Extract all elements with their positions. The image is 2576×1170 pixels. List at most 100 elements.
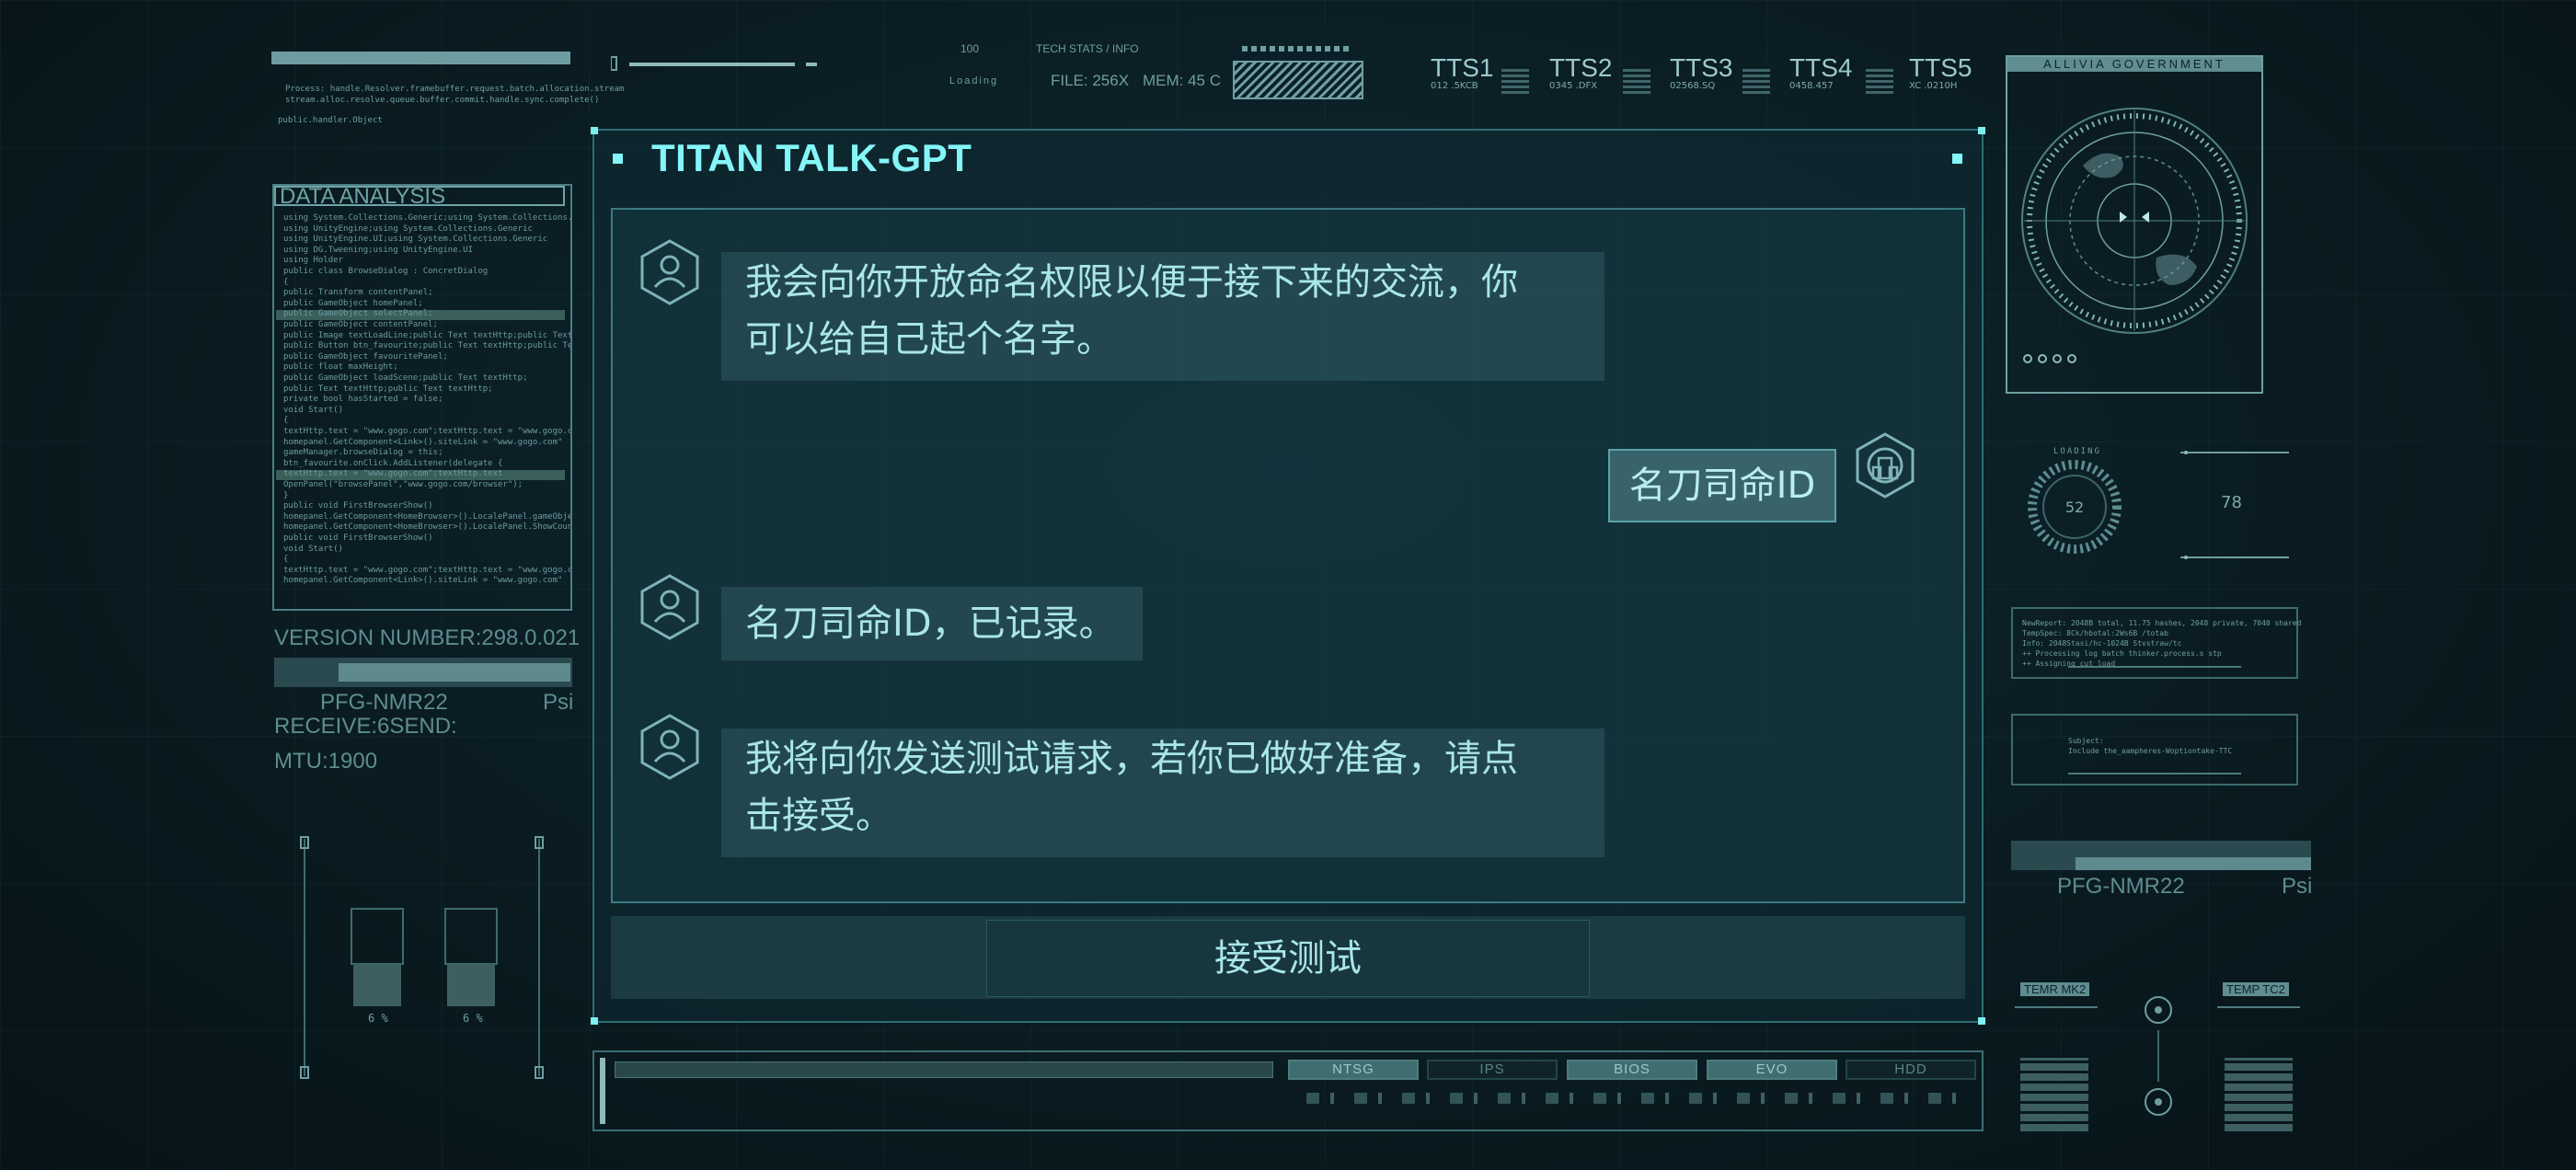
code-line: using Holder: [283, 256, 344, 266]
tts3-title: TTS3: [1670, 53, 1733, 82]
temp-line-b: [2217, 1006, 2300, 1008]
tts3-sub: 02568.SQ: [1670, 81, 1716, 91]
left-header-microtext-3: public.handler.Object: [278, 116, 383, 125]
corner-marker: [1978, 1017, 1985, 1025]
left-top-bar: [271, 52, 570, 64]
tts2-group: TTS2 0345 .DFX: [1549, 55, 1612, 92]
code-line: public GameObject favouritePanel;: [283, 351, 448, 361]
message-bubble-user: 名刀司命ID: [1608, 449, 1836, 522]
file-label: FILE: 256X: [1051, 72, 1130, 89]
left-psi-label: Psi: [543, 690, 574, 715]
code-line: {: [283, 416, 289, 426]
data-analysis-panel: using System.Collections.Generic;using S…: [272, 184, 572, 611]
stats-dot-row: [1242, 46, 1352, 52]
code-line: public Text textHttp;public Text textHtt…: [283, 384, 493, 394]
tts2-sub: 0345 .DFX: [1549, 81, 1598, 91]
chip-ntsg[interactable]: NTSG: [1288, 1060, 1419, 1080]
temp-stack-a: [2020, 1058, 2088, 1131]
left-slider-group: [300, 836, 544, 1079]
code-line: gameManager.browseDialog = this;: [283, 448, 443, 458]
bot-avatar-icon: [640, 574, 699, 640]
temp-stack-b: [2225, 1058, 2293, 1131]
accept-test-button[interactable]: 接受测试: [986, 920, 1590, 997]
user-avatar-icon: [1856, 432, 1915, 499]
radar-title: ALLIVIA GOVERNMENT: [2007, 57, 2261, 72]
code-line: textHttp.text = "www.gogo.com";textHttp.…: [283, 565, 570, 575]
message-text-line: 可以给自己起个名字。: [745, 318, 1113, 361]
info-box-1-text: NewReport: 2048B total, 11.75 hashes, 20…: [2022, 619, 2302, 668]
corner-marker: [591, 127, 598, 134]
loading-value: 100: [960, 42, 980, 55]
temp-label-a: TEMR MK2: [2020, 982, 2090, 996]
tts3-group: TTS3 02568.SQ: [1670, 53, 1733, 92]
bottom-activity-ticks: [1306, 1093, 1969, 1104]
left-header-microtext: Process: handle.Resolver.framebuffer.req…: [285, 85, 625, 94]
code-line: homepanel.GetComponent<HomeBrowser>().Lo…: [283, 522, 570, 533]
message-text-line: 击接受。: [745, 795, 892, 837]
temp-line-a: [2015, 1006, 2098, 1008]
readout-value: 78: [2221, 493, 2242, 512]
left-header-microtext-2: stream.alloc.resolve.queue.buffer.commit…: [285, 96, 600, 105]
code-line: using System.Collections.Generic;using S…: [283, 213, 570, 223]
tts4-group: TTS4 0458.457: [1789, 53, 1853, 92]
code-line: void Start(): [283, 544, 344, 554]
code-line: using UnityEngine.UI;using System.Collec…: [283, 235, 548, 245]
code-line: public GameObject loadScene;public Text …: [283, 373, 528, 383]
code-line: public void FirstBrowserShow(): [283, 533, 433, 543]
loading-label: Loading: [949, 75, 999, 86]
window-title: TITAN TALK-GPT: [651, 136, 972, 179]
message-text-line: 我会向你开放命名权限以便于接下来的交流，你: [745, 261, 1518, 304]
code-line: public class BrowseDialog : ConcretDialo…: [283, 267, 489, 276]
code-line: public float maxHeight;: [283, 362, 398, 373]
tts1-bars: [1501, 66, 1529, 94]
chip-hdd[interactable]: HDD: [1846, 1060, 1976, 1080]
code-line: }: [283, 490, 289, 500]
code-line: {: [283, 555, 289, 565]
code-line: textHttp.text = "www.gogo.com";textHttp.…: [283, 469, 503, 479]
dial-value: 52: [2064, 499, 2085, 516]
dial-label: LOADING: [2053, 447, 2101, 456]
info-box-2-text: Subject: Include the_aampheres-Woptionta…: [2068, 737, 2233, 755]
info-box-2: Subject: Include the_aampheres-Woptionta…: [2011, 714, 2298, 786]
left-pfg-label: PFG-NMR22: [320, 690, 448, 715]
tts2-bars: [1623, 66, 1650, 94]
code-line: textHttp.text = "www.gogo.com";textHttp.…: [283, 427, 570, 436]
chip-bios[interactable]: BIOS: [1567, 1060, 1697, 1080]
tts1-title: TTS1: [1431, 53, 1494, 82]
code-line: using UnityEngine;using System.Collectio…: [283, 224, 533, 234]
info-box-1: NewReport: 2048B total, 11.75 hashes, 20…: [2011, 607, 2302, 679]
code-listing: using System.Collections.Generic;using S…: [274, 213, 570, 609]
tts1-sub: 012 .5KCB: [1431, 81, 1478, 91]
bot-avatar-icon: [640, 239, 699, 305]
temp-label-b: TEMP TC2: [2223, 982, 2289, 996]
code-line: void Start(): [283, 405, 344, 415]
right-gauge-bar: [2011, 841, 2311, 870]
right-psi-label: Psi: [2282, 874, 2313, 899]
left-gauge-bar: [274, 658, 572, 687]
code-line: public Transform contentPanel;: [283, 288, 433, 298]
code-line: homepanel.GetComponent<Link>().siteLink …: [283, 576, 563, 586]
code-line: homepanel.GetComponent<Link>().siteLink …: [283, 437, 563, 447]
bottom-progress-bar: [615, 1061, 1273, 1078]
tts4-sub: 0458.457: [1789, 81, 1834, 91]
code-line: public GameObject selectPanel;: [283, 309, 433, 319]
corner-marker: [591, 1017, 598, 1025]
corner-marker: [1978, 127, 1985, 134]
tts4-title: TTS4: [1789, 53, 1853, 82]
tts3-bars: [1742, 66, 1770, 94]
code-line: private bool hasStarted = false;: [283, 395, 443, 405]
temp-knobs: [2145, 996, 2172, 1116]
bot-avatar-icon: [640, 714, 699, 780]
chip-ips[interactable]: IPS: [1427, 1060, 1558, 1080]
chip-evo[interactable]: EVO: [1707, 1060, 1837, 1080]
code-line: homepanel.GetComponent<HomeBrowser>().Lo…: [283, 511, 570, 522]
right-pfg-label: PFG-NMR22: [2057, 874, 2185, 899]
tts5-sub: XC .0210H: [1909, 81, 1958, 91]
title-square-left: [613, 154, 623, 164]
slider-b-percent: 6 %: [463, 1012, 483, 1025]
code-line: public GameObject homePanel;: [283, 298, 423, 308]
message-bubble-bot: 我会向你开放命名权限以便于接下来的交流，你 可以给自己起个名字。: [721, 252, 1604, 381]
message-bubble-bot: 名刀司命ID，已记录。: [721, 587, 1143, 660]
tts1-group: TTS1 012 .5KCB: [1431, 53, 1494, 92]
message-text-line: 我将向你发送测试请求，若你已做好准备，请点: [745, 738, 1518, 780]
